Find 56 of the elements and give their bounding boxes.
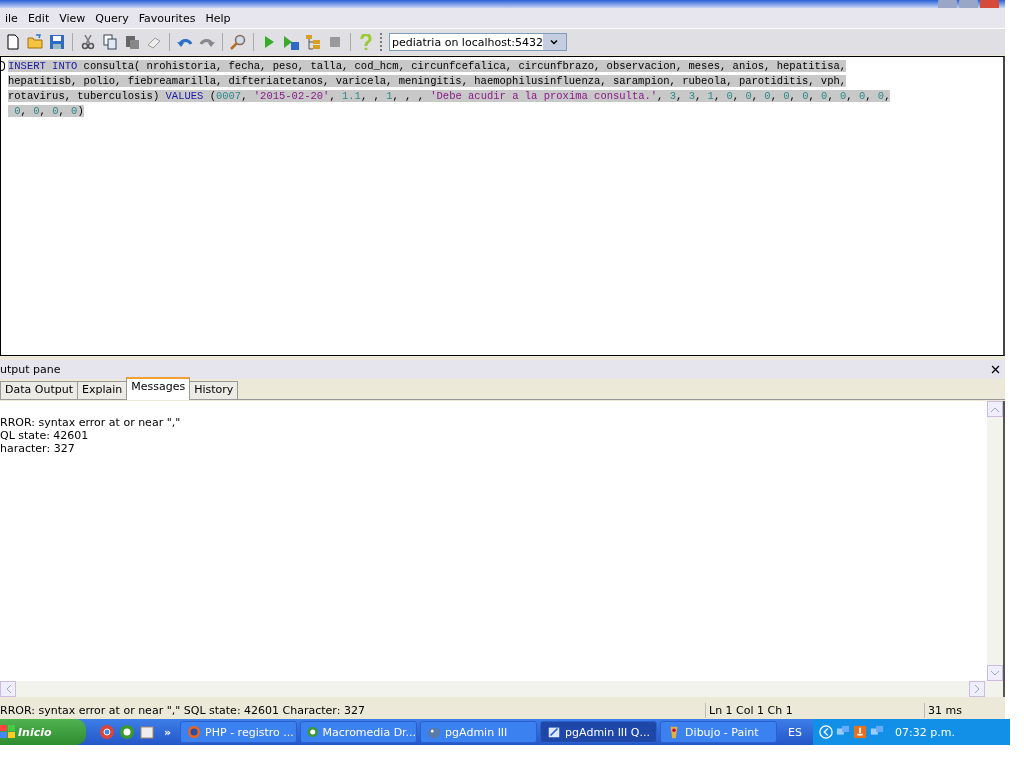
taskbar-button[interactable]: pgAdmin III: [420, 721, 538, 743]
tree-icon: [305, 34, 321, 50]
scissors-icon: [80, 34, 96, 50]
close-icon: [990, 364, 1001, 375]
cursor-position: Ln 1 Col 1 Ch 1: [706, 703, 925, 718]
query-time: 31 ms: [927, 703, 963, 718]
save-icon: [49, 34, 65, 50]
tab[interactable]: History: [189, 381, 239, 399]
close-button[interactable]: [990, 364, 1001, 375]
menu-item[interactable]: Query: [90, 11, 134, 25]
message-line: QL state: 42601: [0, 429, 90, 442]
java-icon[interactable]: [853, 725, 868, 739]
stop-icon: [327, 34, 343, 50]
taskbar-button[interactable]: pgAdmin III Q...: [540, 721, 658, 743]
clock: 07:32 p.m.: [894, 725, 955, 739]
taskbar-button[interactable]: Macromedia Dr...: [300, 721, 418, 743]
sql-code: INSERT INTO consulta( nrohistoria, fecha, peso, talla, cod_hcm, circunfcefalica, circunfbrazo, observacion, meses, anios, hepatitisa, hepatitisb, polio, fiebreamarilla, difteriatetanos, varicela, meningitis, haemophilusinfluenza, sarampion, rubeola, parotiditis, vph, rotavirus, tuberculosis) VALUES (0007, '2015-02-20', 1.1, , 1, , , 'Debe acudir a la proxima consulta.', 3, 3, 1, 0, 0, 0, 0, 0, 0, 0, 0, 0, 0, 0, 0, 0): [8, 59, 892, 119]
search-button[interactable]: [228, 32, 248, 52]
more-button[interactable]: »: [158, 725, 178, 739]
menu-item[interactable]: ile: [0, 11, 23, 25]
menu-item[interactable]: Edit: [22, 11, 55, 25]
menu-item[interactable]: Favourites: [133, 11, 201, 25]
play-to-file-icon: [283, 34, 299, 50]
menu-item[interactable]: View: [54, 11, 91, 25]
status-message: RROR: syntax error at or near "," SQL state: 42601 Character: 327: [0, 703, 706, 718]
paste-icon: [124, 34, 140, 50]
language-indicator[interactable]: ES: [780, 725, 811, 739]
tab[interactable]: Data Output: [0, 381, 78, 399]
pencil-icon: [547, 725, 562, 739]
connection-dropdown[interactable]: pediatria on localhost:5432: [389, 33, 567, 51]
browser-icon[interactable]: [99, 724, 115, 740]
window-icon[interactable]: [139, 724, 155, 740]
message-line: RROR: syntax error at or near ",": [0, 416, 182, 429]
copy-button[interactable]: [100, 32, 120, 52]
taskbar-button[interactable]: Dibujo - Paint: [660, 721, 778, 743]
tab[interactable]: Messages: [126, 377, 191, 400]
globe-icon: [307, 725, 319, 739]
taskbar-button[interactable]: PHP - registro ...: [180, 721, 298, 743]
folder-button[interactable]: [25, 32, 45, 52]
new-file-icon: [5, 34, 21, 50]
windows-logo-icon: [0, 724, 16, 740]
save-button[interactable]: [47, 32, 67, 52]
pane-title: utput pane: [0, 363, 61, 376]
tree-button[interactable]: [303, 32, 323, 52]
folder-icon: [27, 34, 43, 50]
search-icon: [230, 34, 246, 50]
globe-icon[interactable]: [119, 724, 135, 740]
copy-icon: [102, 34, 118, 50]
tab[interactable]: Explain: [77, 381, 128, 399]
vertical-scrollbar[interactable]: [987, 401, 1003, 681]
help-icon: [358, 34, 374, 50]
message-line: haracter: 327: [0, 442, 76, 455]
elephant-icon: [427, 725, 442, 739]
browser-icon: [187, 725, 202, 739]
menu-item[interactable]: Help: [200, 11, 236, 25]
horizontal-scrollbar[interactable]: [0, 681, 1005, 697]
